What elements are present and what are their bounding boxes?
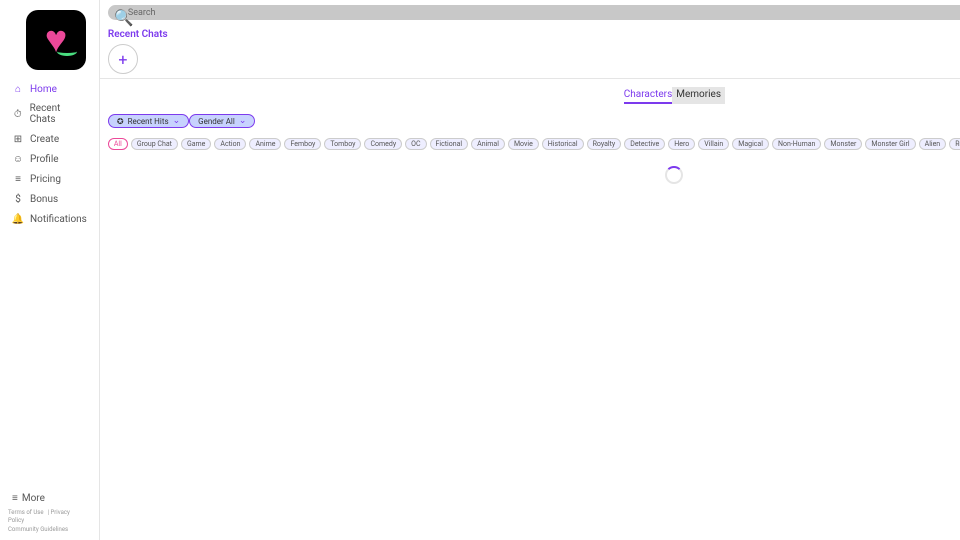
tag-monster-girl[interactable]: Monster Girl (865, 138, 915, 150)
sidebar-item-pricing[interactable]: ≡ Pricing (8, 170, 91, 188)
tag-comedy[interactable]: Comedy (364, 138, 402, 150)
nav-icon: ☺ (12, 153, 24, 165)
nav-icon: ⏱ (12, 108, 24, 120)
tag-villain[interactable]: Villain (698, 138, 729, 150)
nav-icon: ⌂ (12, 83, 24, 95)
tag-oc[interactable]: OC (405, 138, 426, 150)
hamburger-icon: ≡ (12, 493, 18, 504)
search-icon: 🔍 (114, 8, 124, 18)
terms-link[interactable]: Terms of Use (8, 509, 44, 516)
nav-label: Bonus (30, 194, 58, 205)
tag-femboy[interactable]: Femboy (284, 138, 321, 150)
tag-action[interactable]: Action (214, 138, 246, 150)
tag-movie[interactable]: Movie (508, 138, 539, 150)
guidelines-link[interactable]: Community Guidelines (8, 526, 68, 533)
nav-label: Recent Chats (30, 103, 87, 125)
sidebar-item-notifications[interactable]: 🔔 Notifications (8, 210, 91, 228)
nav-icon: ⊞ (12, 133, 24, 145)
tag-group-chat[interactable]: Group Chat (131, 138, 178, 150)
tag-royalty[interactable]: Royalty (587, 138, 622, 150)
nav-icon: ≡ (12, 173, 24, 185)
tag-magical[interactable]: Magical (732, 138, 769, 150)
tag-monster[interactable]: Monster (824, 138, 862, 150)
tag-robot[interactable]: Robot (949, 138, 960, 150)
nav-label: Pricing (30, 174, 61, 185)
tag-hero[interactable]: Hero (668, 138, 695, 150)
search-placeholder: Search (128, 8, 156, 18)
tag-game[interactable]: Game (181, 138, 211, 150)
recent-chats-title: Recent Chats (108, 29, 960, 40)
nav-label: Profile (30, 154, 59, 165)
nav-label: Create (30, 134, 59, 145)
more-label: More (22, 493, 45, 504)
tag-tomboy[interactable]: Tomboy (324, 138, 361, 150)
chevron-down-icon: ⌄ (173, 116, 181, 126)
add-chat-button[interactable]: + (108, 44, 138, 74)
chevron-down-icon: ⌄ (239, 116, 247, 126)
sidebar-item-create[interactable]: ⊞ Create (8, 130, 91, 148)
sidebar-item-recent-chats[interactable]: ⏱ Recent Chats (8, 100, 91, 128)
nav-label: Notifications (30, 214, 87, 225)
tag-historical[interactable]: Historical (542, 138, 584, 150)
app-logo[interactable]: ♥ (26, 10, 86, 70)
tag-anime[interactable]: Anime (249, 138, 281, 150)
tag-detective[interactable]: Detective (624, 138, 665, 150)
tag-non-human[interactable]: Non-Human (772, 138, 821, 150)
footer-links: Terms of Use| Privacy Policy Community G… (8, 509, 91, 534)
tag-alien[interactable]: Alien (919, 138, 947, 150)
nav-label: Home (30, 84, 57, 95)
tab-memories[interactable]: Memories (672, 87, 725, 104)
tab-characters[interactable]: Characters (624, 87, 672, 104)
sidebar-item-profile[interactable]: ☺ Profile (8, 150, 91, 168)
tag-animal[interactable]: Animal (471, 138, 505, 150)
filter-gender-all[interactable]: Gender All⌄ (189, 114, 255, 128)
loading-spinner (665, 166, 683, 184)
tag-fictional[interactable]: Fictional (430, 138, 469, 150)
sidebar-item-home[interactable]: ⌂ Home (8, 80, 91, 98)
filter-recent-hits[interactable]: ✪Recent Hits⌄ (108, 114, 189, 128)
more-button[interactable]: ≡ More (8, 490, 91, 507)
search-input[interactable]: 🔍 Search (108, 5, 960, 20)
nav-icon: $ (12, 193, 24, 205)
sidebar-item-bonus[interactable]: $ Bonus (8, 190, 91, 208)
tag-all[interactable]: All (108, 138, 128, 150)
nav-icon: 🔔 (12, 213, 24, 225)
